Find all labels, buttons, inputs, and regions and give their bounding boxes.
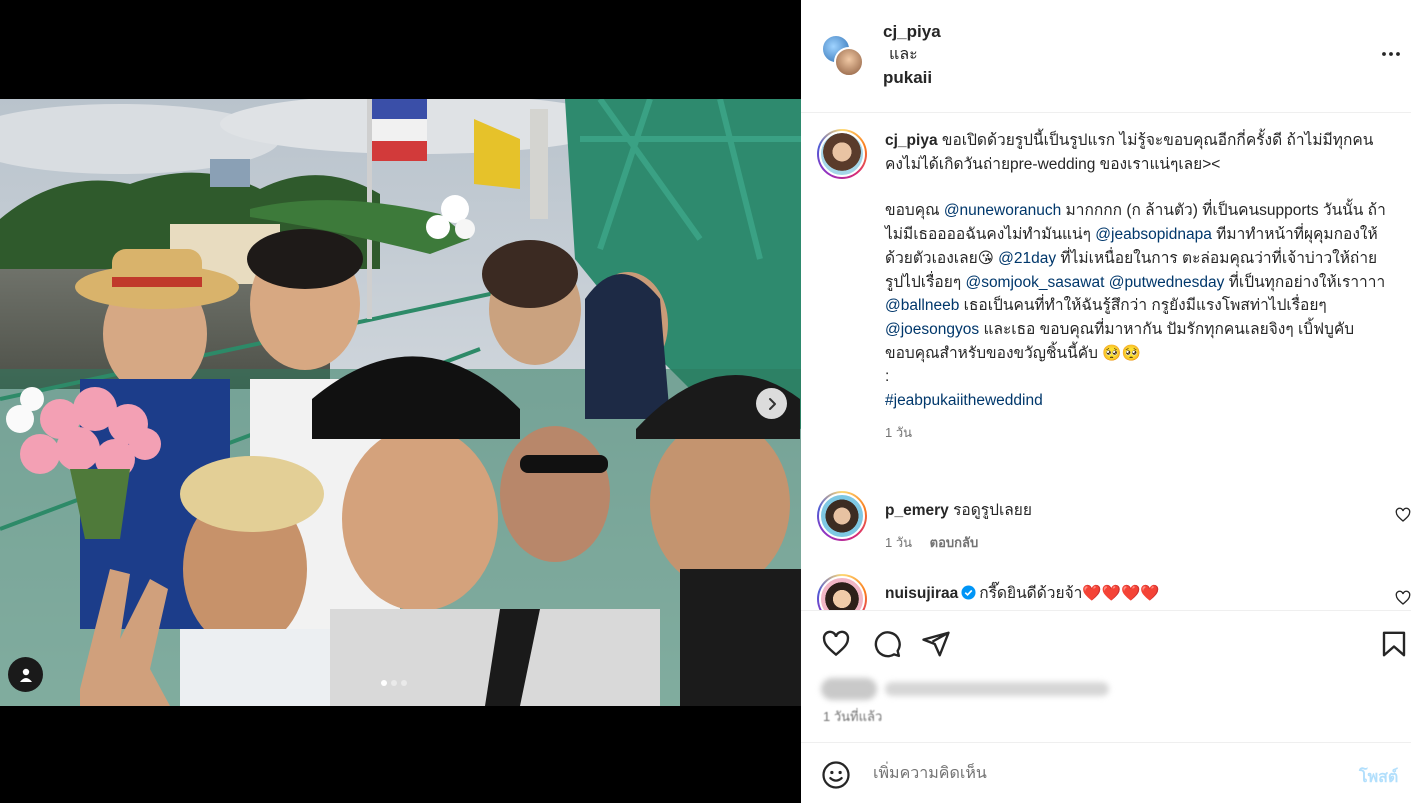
collab-authors: cj_piya และ pukaii	[883, 20, 941, 89]
liked-by-summary[interactable]	[821, 676, 1121, 702]
caption-text: ขอบคุณ	[885, 202, 944, 220]
verified-icon	[961, 585, 976, 600]
post-photo	[0, 99, 801, 706]
share-icon[interactable]	[921, 629, 951, 659]
caption-avatar[interactable]	[817, 129, 867, 179]
post-time-ago[interactable]: 1 วันที่แล้ว	[823, 706, 882, 727]
caption-paragraph: ขอบคุณ @nuneworanuch มากกกก (ก ล้านตัว) …	[885, 199, 1395, 341]
comment-avatar[interactable]	[817, 491, 867, 541]
mention-link[interactable]: @joesongyos	[885, 321, 979, 338]
mention-link[interactable]: @somjook_sasawat	[965, 274, 1104, 291]
comment-input[interactable]	[873, 759, 1333, 789]
hashtag-link[interactable]: #jeabpukaiitheweddind	[885, 389, 1395, 413]
emoji-icon[interactable]	[821, 760, 851, 790]
comment-body: nuisujiraa กรี๊ดยินดีด้วยจ้า❤️❤️❤️❤️	[885, 582, 1395, 606]
carousel-indicator	[381, 680, 407, 686]
mention-link[interactable]: @jeabsopidnapa	[1095, 226, 1212, 243]
comment-avatar[interactable]	[817, 574, 867, 610]
comment-icon[interactable]	[872, 629, 902, 659]
caption-text: ที่เป็นทุกอย่างให้เราาาา	[1224, 273, 1386, 291]
post-comment-button[interactable]: โพสต์	[1359, 765, 1398, 790]
liked-by-text	[885, 682, 1109, 696]
author-and-label: และ	[889, 46, 918, 63]
user-tag-icon	[19, 668, 32, 682]
post-media	[0, 0, 801, 803]
caption-time[interactable]: 1 วัน	[885, 425, 912, 440]
caption-username[interactable]: cj_piya	[885, 132, 938, 149]
comment-meta: 1 วัน ตอบกลับ	[885, 531, 1395, 555]
mention-link[interactable]: @putwednesday	[1109, 274, 1225, 291]
comment-like-heart-icon[interactable]	[1395, 590, 1411, 606]
comment-text: กรี๊ดยินดีด้วยจ้า❤️❤️❤️❤️	[979, 585, 1160, 602]
reply-button[interactable]: ตอบกลับ	[930, 535, 979, 550]
caption-body: cj_piya ขอเปิดด้วยรูปนี้เป็นรูปแรก ไม่รู…	[885, 129, 1395, 444]
author-username[interactable]: pukaii	[883, 66, 941, 89]
comment-like-heart-icon[interactable]	[1395, 507, 1411, 523]
comment-body: p_emery รอดูรูปเลยย 1 วัน ตอบกลับ	[885, 499, 1395, 554]
author-username[interactable]: cj_piya	[883, 20, 941, 43]
avatar	[834, 47, 864, 77]
comment-username[interactable]: p_emery	[885, 502, 949, 519]
more-icon[interactable]	[1379, 42, 1403, 66]
group-selfie-image	[0, 99, 801, 706]
comment-username[interactable]: nuisujiraa	[885, 585, 958, 602]
caption-meta: 1 วัน	[885, 421, 1395, 445]
caption-text: :	[885, 368, 890, 386]
liker-avatars	[821, 678, 877, 700]
carousel-dot	[401, 680, 407, 686]
carousel-dot	[381, 680, 387, 686]
comment-text: รอดูรูปเลยย	[953, 502, 1032, 519]
mention-link[interactable]: @ballneeb	[885, 297, 959, 314]
chevron-right-icon	[768, 397, 776, 410]
post-side-panel: cj_piya และ pukaii cj_piya ขอเปิดด้วยรูป…	[801, 0, 1411, 803]
carousel-dot	[391, 680, 397, 686]
heart-icon[interactable]	[821, 629, 851, 659]
add-comment-bar: โพสต์	[801, 742, 1411, 803]
post-actions	[801, 610, 1411, 674]
caption-text: ขอบคุณสำหรับของขวัญชิ้นนี้คับ 🥺🥺	[885, 344, 1141, 362]
collab-avatars[interactable]	[821, 34, 869, 82]
caption-text: ขอเปิดด้วยรูปนี้เป็นรูปแรก ไม่รู้จะขอบคุ…	[885, 132, 1374, 173]
tagged-users-button[interactable]	[8, 657, 43, 692]
caption-text: เธอเป็นคนที่ทำให้ฉันรู้สึกว่า กรูยังมีแร…	[959, 297, 1327, 315]
carousel-next-button[interactable]	[756, 388, 787, 419]
comments-list[interactable]: cj_piya ขอเปิดด้วยรูปนี้เป็นรูปแรก ไม่รู…	[801, 114, 1411, 610]
comment-time[interactable]: 1 วัน	[885, 535, 912, 550]
bookmark-icon[interactable]	[1379, 629, 1409, 659]
mention-link[interactable]: @nuneworanuch	[944, 202, 1061, 219]
post-header: cj_piya และ pukaii	[801, 0, 1411, 113]
caption-text: และเธอ ขอบคุณที่มาหากัน ปัมรักทุกคนเลยจิ…	[979, 320, 1355, 338]
mention-link[interactable]: @21day	[998, 250, 1056, 267]
